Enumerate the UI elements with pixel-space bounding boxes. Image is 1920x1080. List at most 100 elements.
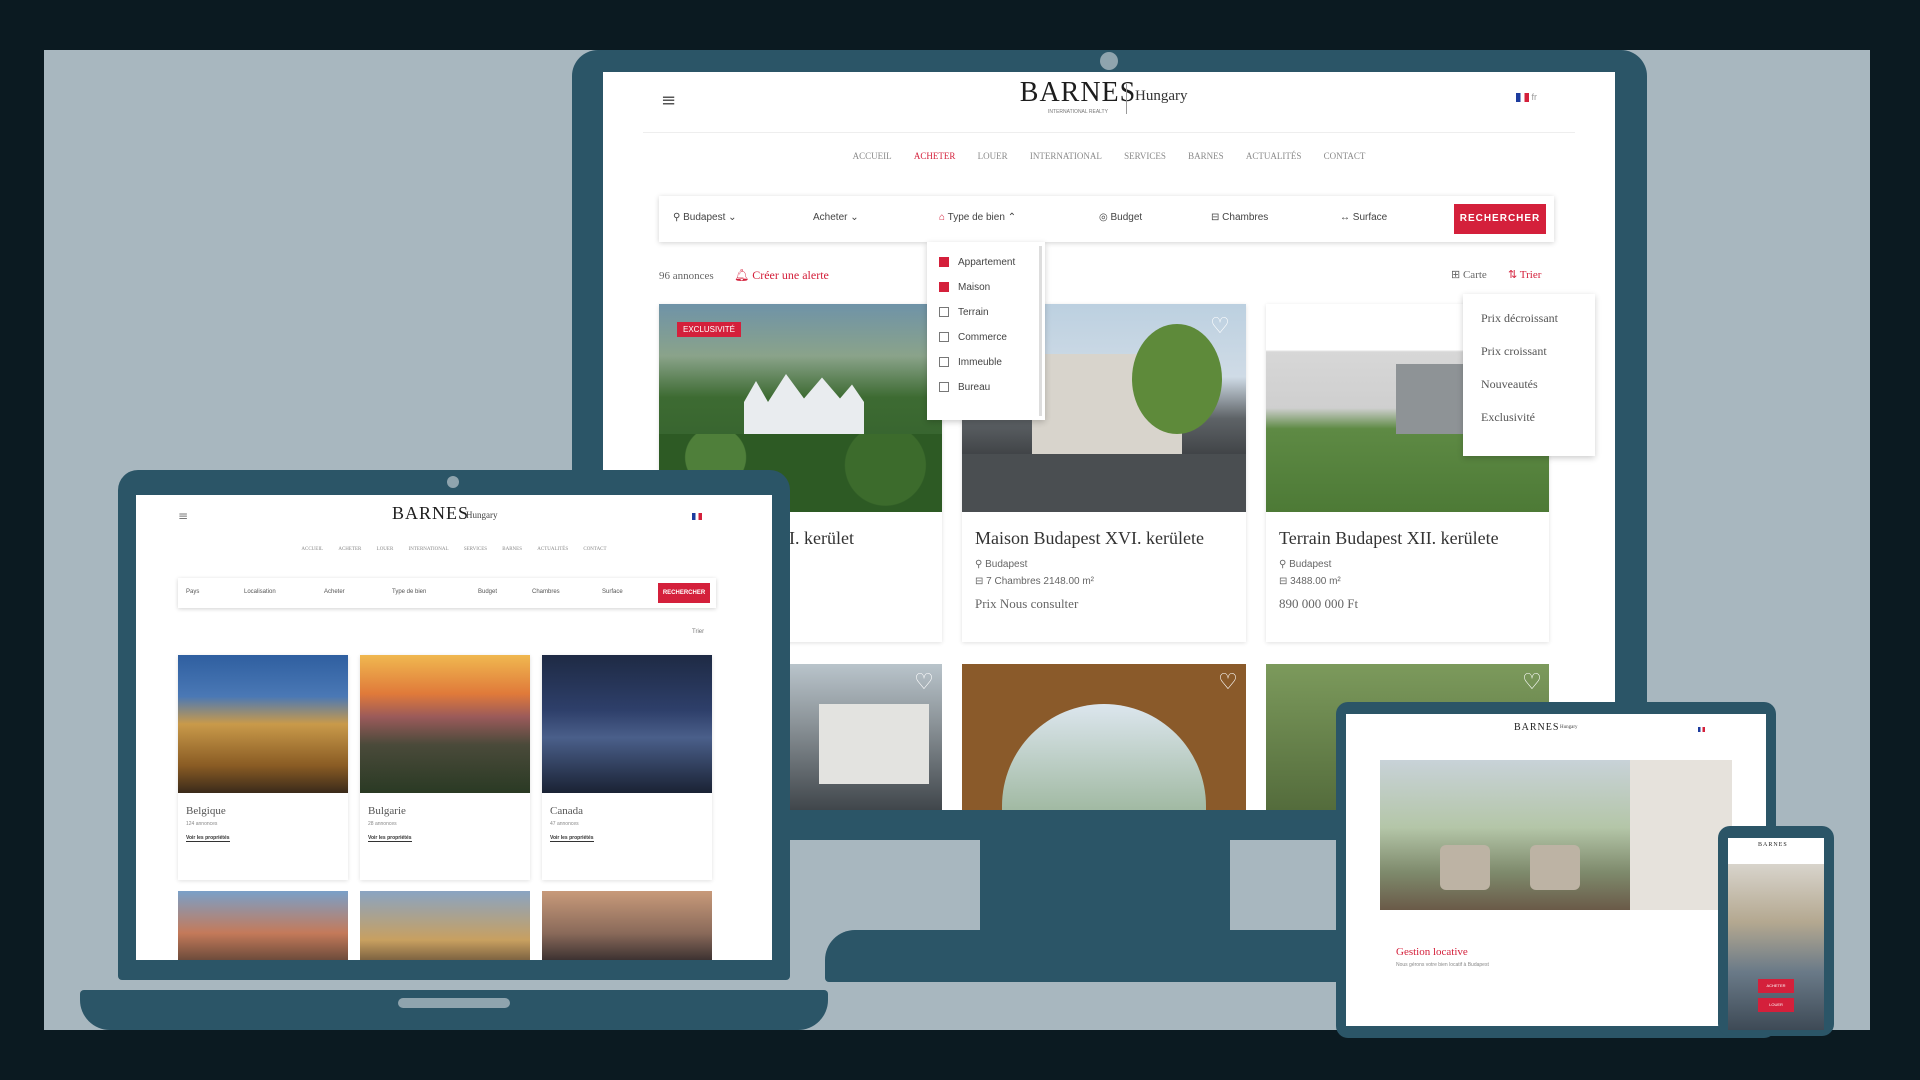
nav-services[interactable]: SERVICES (1124, 151, 1166, 161)
type-option[interactable]: Maison (939, 275, 1045, 300)
country-image-row2[interactable] (542, 891, 712, 960)
sort-option[interactable]: Prix décroissant (1481, 302, 1595, 335)
checkbox-checked-icon[interactable] (939, 282, 949, 293)
chevron-up-icon: ⌃ (1007, 212, 1017, 223)
nav-acheter[interactable]: ACHETER (338, 547, 361, 552)
brand-logo[interactable]: BARNES (1758, 842, 1788, 848)
type-option[interactable]: Appartement (939, 250, 1045, 275)
listing-image-arch[interactable] (962, 664, 1246, 810)
sort-link[interactable]: ⇅ Trier (1508, 268, 1541, 281)
rooms-value: Chambres (1222, 212, 1269, 223)
nav-international[interactable]: INTERNATIONAL (409, 547, 449, 552)
sort-option[interactable]: Exclusivité (1481, 401, 1595, 434)
country-link[interactable]: Voir les propriétés (550, 835, 594, 842)
results-count: 96 annonces (659, 270, 714, 282)
search-budget[interactable]: Budget (478, 589, 497, 595)
nav-louer[interactable]: LOUER (377, 547, 394, 552)
brand-logo[interactable]: BARNES (1018, 77, 1138, 109)
bed-icon: ⊟ (1211, 212, 1223, 223)
sort-option[interactable]: Nouveautés (1481, 368, 1595, 401)
search-action[interactable]: Acheter ⌄ (813, 196, 859, 240)
checkbox-icon[interactable] (939, 307, 949, 318)
nav-actualites[interactable]: ACTUALITÉS (537, 547, 568, 552)
nav-louer[interactable]: LOUER (978, 151, 1008, 161)
logo-divider (1126, 84, 1127, 114)
search-surface[interactable]: ↔ Surface (1340, 196, 1387, 240)
arch-view-shape (1002, 704, 1206, 810)
nav-international[interactable]: INTERNATIONAL (1030, 151, 1102, 161)
sort-option[interactable]: Prix croissant (1481, 335, 1595, 368)
brand-region: Hungary (1560, 725, 1578, 730)
search-country[interactable]: Pays (186, 589, 199, 595)
listing-title: Terrain Budapest XII. kerülete (1279, 528, 1499, 548)
map-link[interactable]: ⊞ Carte (1451, 268, 1487, 281)
search-button[interactable]: RECHERCHER (658, 583, 710, 603)
sort-icon: ⇅ (1508, 269, 1520, 281)
brand-logo[interactable]: BARNES (1514, 722, 1559, 733)
type-option[interactable]: Bureau (939, 375, 1045, 400)
favorite-heart-icon[interactable]: ♡ (1207, 314, 1233, 340)
bell-icon: 🔔︎ (734, 268, 753, 282)
menu-icon[interactable]: ≡ (178, 509, 188, 523)
country-name: Bulgarie (368, 805, 406, 817)
laptop-trackpad-notch (398, 998, 510, 1008)
search-type[interactable]: ⌂ Type de bien ⌃ (927, 196, 1045, 240)
country-image-row2[interactable] (360, 891, 530, 960)
country-count: 124 annonces (186, 821, 218, 827)
nav-contact[interactable]: CONTACT (583, 547, 606, 552)
nav-acheter[interactable]: ACHETER (914, 151, 956, 161)
checkbox-icon[interactable] (939, 357, 949, 368)
checkbox-icon[interactable] (939, 332, 949, 343)
brand-logo[interactable]: BARNES (392, 503, 469, 524)
country-count: 47 annonces (550, 821, 579, 827)
type-option[interactable]: Immeuble (939, 350, 1045, 375)
search-location[interactable]: ⚲ Budapest ⌄ (673, 196, 737, 240)
phone-button-acheter[interactable]: ACHETER (1758, 979, 1794, 993)
checkbox-icon[interactable] (939, 382, 949, 393)
type-option[interactable]: Terrain (939, 300, 1045, 325)
search-budget[interactable]: ◎ Budget (1099, 196, 1142, 240)
favorite-heart-icon[interactable]: ♡ (911, 670, 937, 696)
create-alert-link[interactable]: 🔔︎ Créer une alerte (734, 268, 829, 283)
nav-accueil[interactable]: ACCUEIL (853, 151, 892, 161)
country-link[interactable]: Voir les propriétés (368, 835, 412, 842)
type-value: Type de bien (947, 212, 1005, 223)
listing-title: I. kerület (789, 528, 854, 548)
menu-icon[interactable]: ≡ (661, 90, 676, 111)
nav-accueil[interactable]: ACCUEIL (301, 547, 323, 552)
nav-barnes[interactable]: BARNES (502, 547, 522, 552)
sort-link[interactable]: Trier (692, 629, 704, 635)
nav-services[interactable]: SERVICES (464, 547, 487, 552)
checkbox-checked-icon[interactable] (939, 257, 949, 268)
dropdown-scrollbar[interactable] (1039, 246, 1042, 416)
flag-fr-icon[interactable] (1698, 727, 1705, 732)
type-option[interactable]: Commerce (939, 325, 1045, 350)
search-action[interactable]: Acheter (324, 589, 345, 595)
country-image-row2[interactable] (178, 891, 348, 960)
country-card[interactable]: Canada 47 annonces Voir les propriétés (542, 655, 712, 880)
nav-actualites[interactable]: ACTUALITÉS (1246, 151, 1302, 161)
country-image-canada (542, 655, 712, 793)
search-rooms[interactable]: ⊟ Chambres (1211, 196, 1268, 240)
country-card[interactable]: Belgique 124 annonces Voir les propriété… (178, 655, 348, 880)
alert-label: Créer une alerte (752, 268, 829, 282)
monitor-neck (980, 840, 1230, 935)
country-card[interactable]: Bulgarie 28 annonces Voir les propriétés (360, 655, 530, 880)
flag-fr-icon[interactable] (692, 513, 702, 520)
phone-button-louer[interactable]: LOUER (1758, 998, 1794, 1012)
action-value: Acheter (813, 212, 848, 223)
nav-barnes[interactable]: BARNES (1188, 151, 1224, 161)
search-button[interactable]: RECHERCHER (1454, 204, 1546, 234)
search-location[interactable]: Localisation (244, 589, 276, 595)
favorite-heart-icon[interactable]: ♡ (1519, 670, 1545, 696)
tablet-page-title: Gestion locative (1396, 946, 1468, 958)
search-surface[interactable]: Surface (602, 589, 623, 595)
type-dropdown: Appartement Maison Terrain Commerce Imme… (927, 242, 1045, 420)
favorite-heart-icon[interactable]: ♡ (1215, 670, 1241, 696)
budget-value: Budget (1110, 212, 1143, 223)
search-rooms[interactable]: Chambres (532, 589, 560, 595)
search-type[interactable]: Type de bien (392, 589, 426, 595)
nav-contact[interactable]: CONTACT (1324, 151, 1366, 161)
language-selector[interactable]: fr (1516, 92, 1537, 103)
country-link[interactable]: Voir les propriétés (186, 835, 230, 842)
